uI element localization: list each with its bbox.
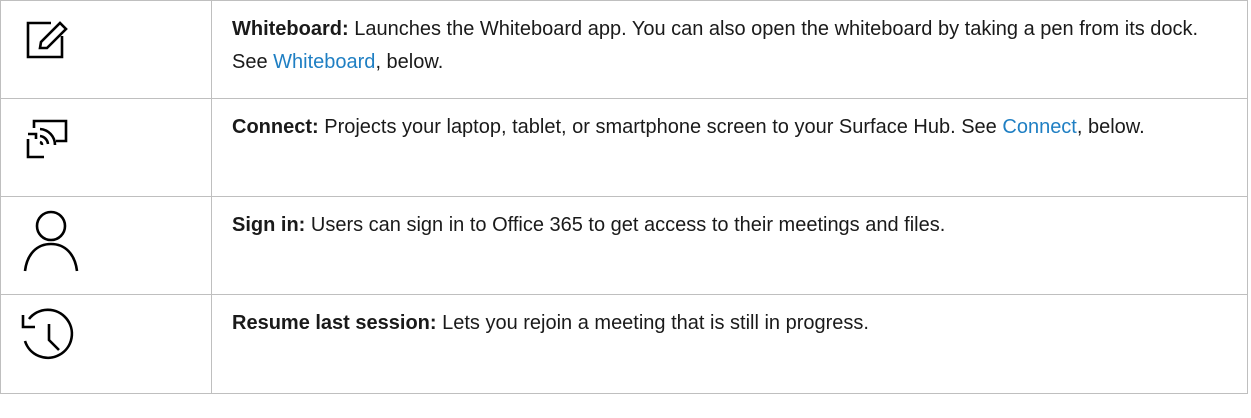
row-label: Whiteboard:: [232, 18, 349, 40]
table-row: Connect: Projects your laptop, tablet, o…: [0, 98, 1248, 197]
table-row: Whiteboard: Launches the Whiteboard app.…: [0, 0, 1248, 99]
cast-screen-icon: [26, 119, 68, 159]
person-icon: [23, 210, 79, 272]
icon-cell: [0, 0, 212, 99]
description-cell: Connect: Projects your laptop, tablet, o…: [211, 98, 1248, 197]
row-label: Resume last session:: [232, 312, 437, 334]
icon-cell: [0, 294, 212, 394]
row-description: Sign in: Users can sign in to Office 365…: [212, 197, 1247, 242]
description-cell: Resume last session: Lets you rejoin a m…: [211, 294, 1248, 394]
feature-table: Whiteboard: Launches the Whiteboard app.…: [0, 0, 1248, 394]
row-label: Connect:: [232, 116, 319, 138]
whiteboard-link[interactable]: Whiteboard: [273, 51, 375, 73]
icon-cell: [0, 98, 212, 197]
history-clock-icon: [21, 308, 74, 360]
table-row: Sign in: Users can sign in to Office 365…: [0, 196, 1248, 295]
row-text-end: , below.: [375, 51, 444, 73]
row-label: Sign in:: [232, 214, 306, 236]
row-description: Connect: Projects your laptop, tablet, o…: [212, 99, 1247, 144]
whiteboard-pen-icon: [26, 21, 68, 59]
icon-cell: [0, 196, 212, 295]
description-cell: Whiteboard: Launches the Whiteboard app.…: [211, 0, 1248, 99]
row-text-end: , below.: [1076, 116, 1145, 138]
connect-link[interactable]: Connect: [1002, 116, 1077, 138]
row-description: Whiteboard: Launches the Whiteboard app.…: [212, 1, 1247, 79]
description-cell: Sign in: Users can sign in to Office 365…: [211, 196, 1248, 295]
row-description: Resume last session: Lets you rejoin a m…: [212, 295, 1247, 340]
table-row: Resume last session: Lets you rejoin a m…: [0, 294, 1248, 394]
row-text: Projects your laptop, tablet, or smartph…: [318, 116, 1003, 138]
row-text: Lets you rejoin a meeting that is still …: [436, 312, 869, 334]
row-text: Users can sign in to Office 365 to get a…: [305, 214, 946, 236]
